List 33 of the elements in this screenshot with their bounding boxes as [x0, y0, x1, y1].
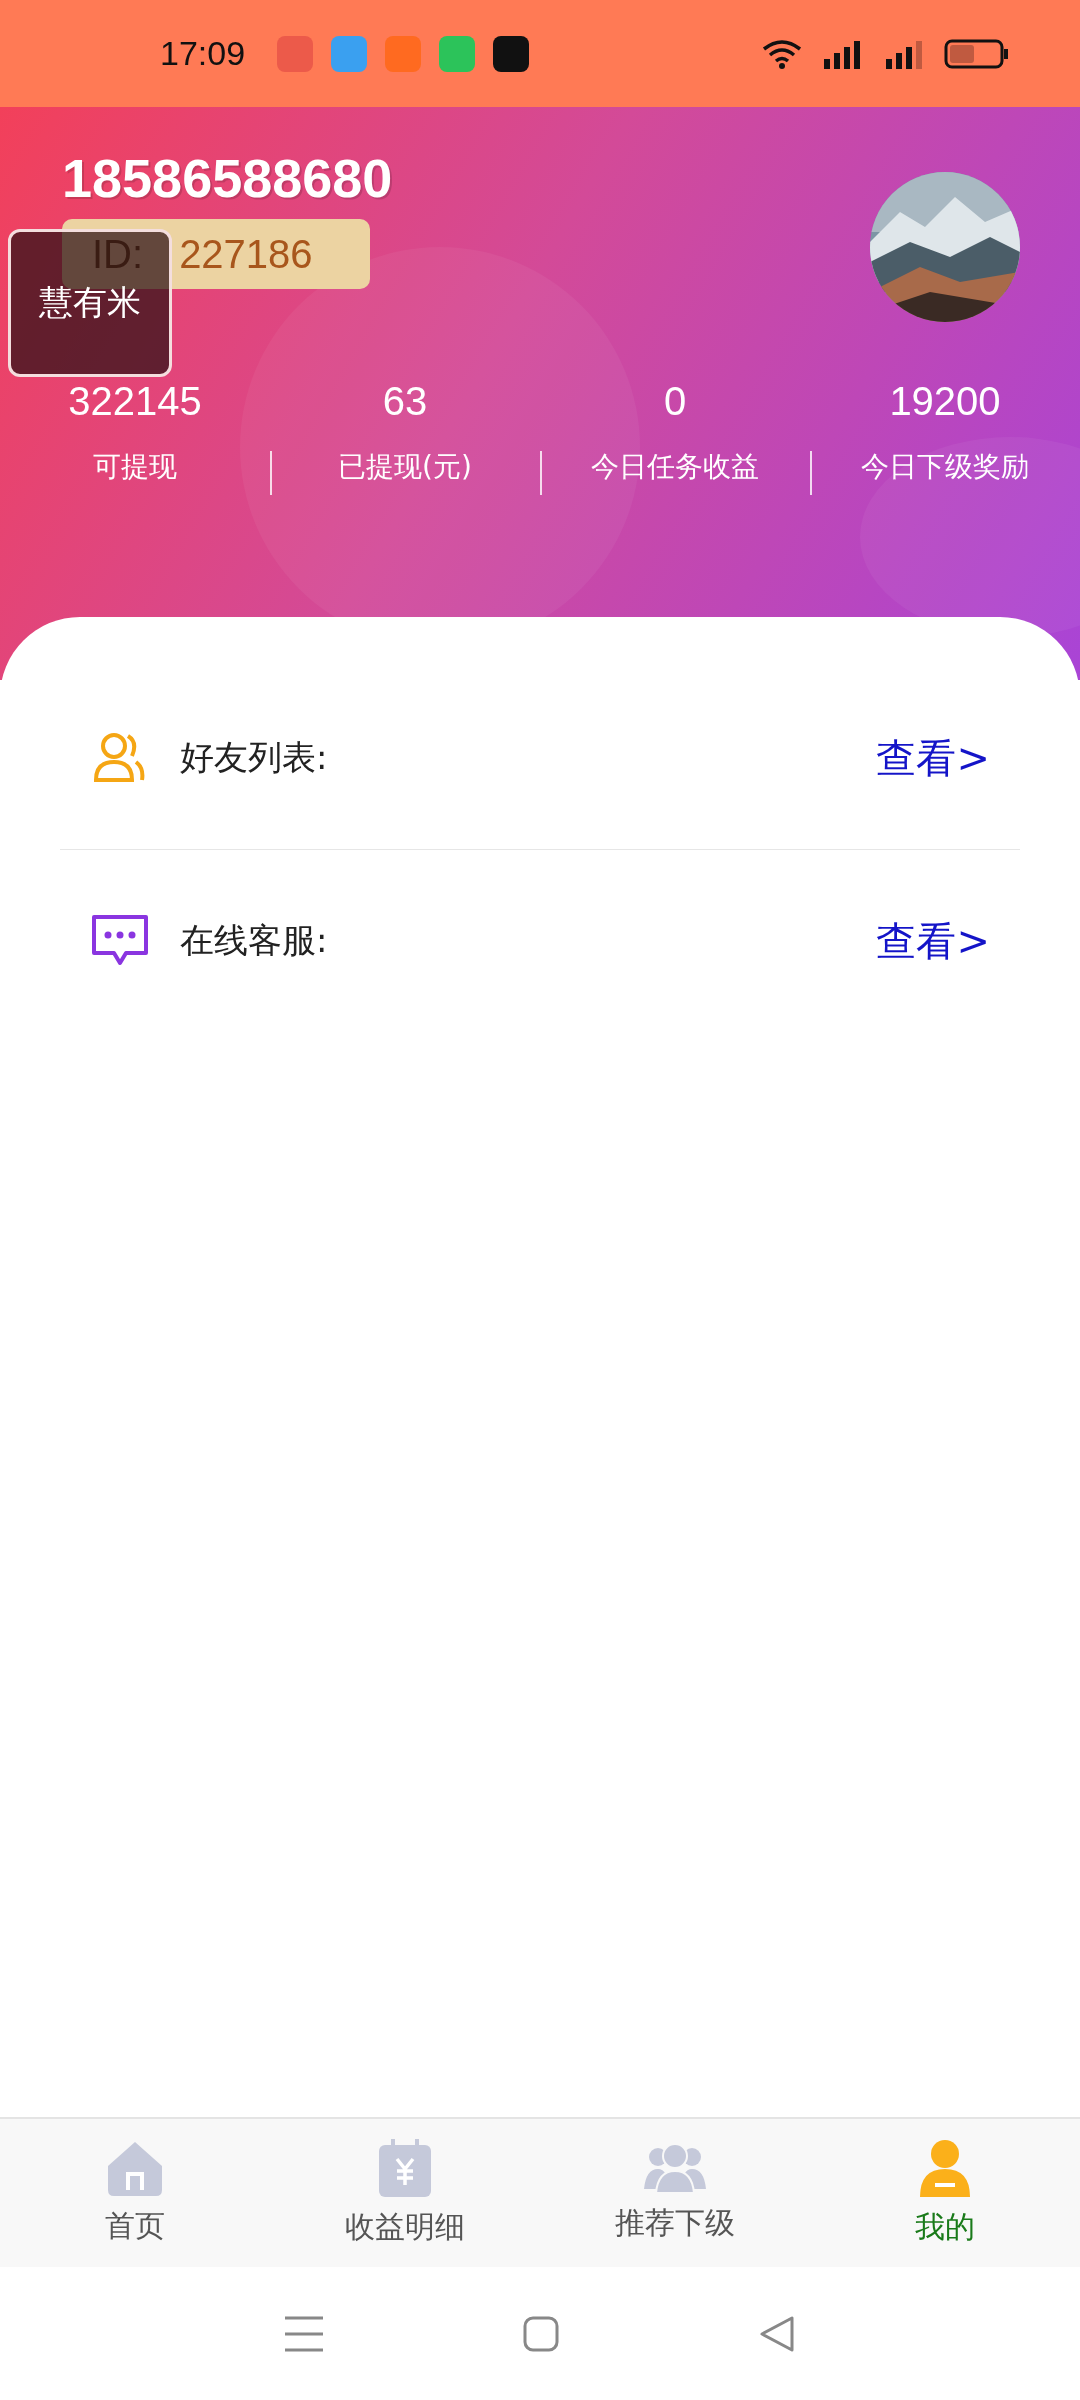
home-icon: [106, 2139, 164, 2196]
view-link[interactable]: 查看>: [876, 913, 990, 969]
stat-value: 19200: [889, 379, 1001, 424]
stat-label: 可提现: [93, 449, 177, 485]
nav-tab[interactable]: 推荐下级: [540, 2119, 810, 2267]
nav-tab[interactable]: 我的: [810, 2119, 1080, 2267]
nav-tab[interactable]: 首页: [0, 2119, 270, 2267]
stat-label: 已提现(元): [338, 449, 472, 485]
stat-value: 0: [663, 379, 687, 424]
phone-number: 18586588680: [62, 147, 393, 209]
view-link[interactable]: 查看>: [876, 730, 990, 786]
menu-label: 在线客服:: [180, 919, 329, 962]
back-icon[interactable]: [759, 2315, 795, 2352]
app-notification-icon: [385, 35, 422, 72]
status-time: 17:09: [160, 34, 246, 73]
menu-icon[interactable]: [285, 2315, 323, 2352]
stat-label: 今日下级奖励: [861, 449, 1029, 485]
home-square-icon[interactable]: [523, 2315, 559, 2352]
app-notification-icon: [331, 35, 368, 72]
id-value: 227186: [179, 231, 313, 277]
yen-calendar-icon: [377, 2138, 433, 2197]
person-icon: [918, 2138, 972, 2197]
stat-value: 63: [382, 379, 428, 424]
group-icon: [644, 2142, 706, 2193]
stat-label: 今日任务收益: [591, 449, 759, 485]
wifi-icon: [762, 38, 802, 69]
app-notification-icon: [493, 35, 530, 72]
app-notification-icon: [439, 35, 476, 72]
app-notification-icon: [277, 35, 314, 72]
menu-label: 好友列表:: [180, 736, 329, 779]
battery-icon: [944, 38, 1010, 69]
nav-tab[interactable]: 收益明细: [270, 2119, 540, 2267]
stat-value: 322145: [68, 379, 202, 424]
